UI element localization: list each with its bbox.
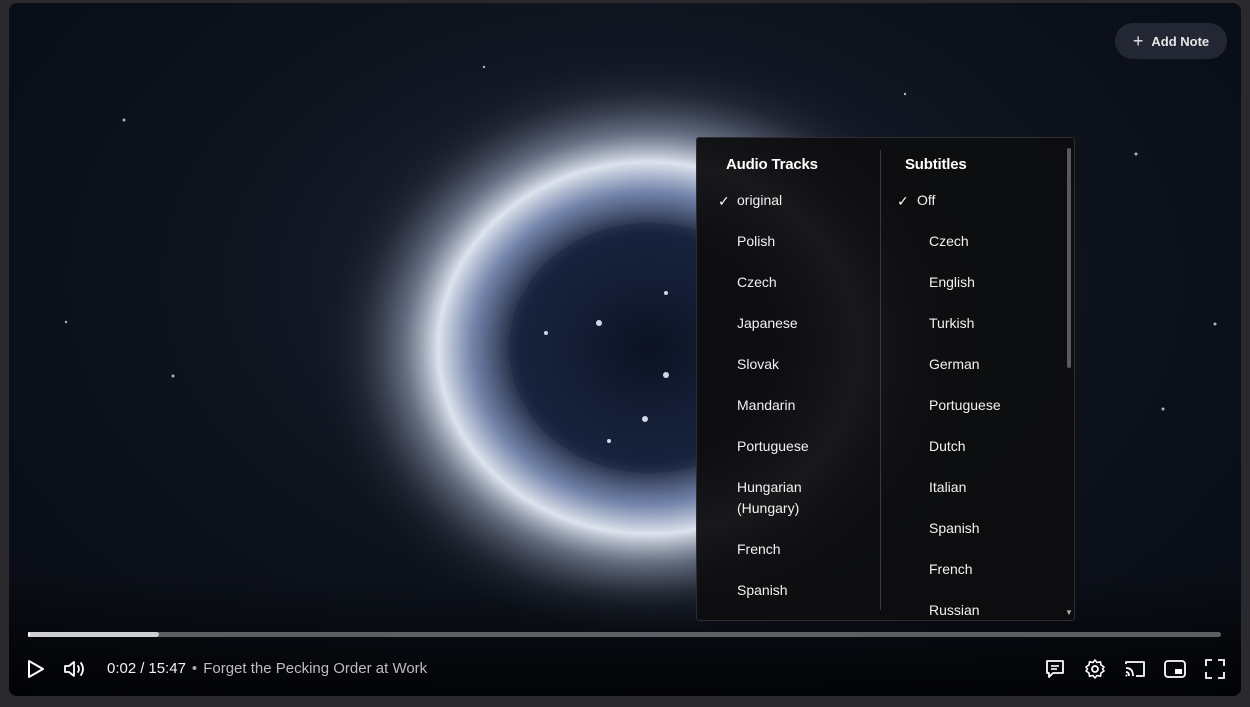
subtitle-option[interactable]: Spanish [929, 518, 1059, 539]
audio-option[interactable]: Mandarin [737, 395, 867, 416]
play-button[interactable] [21, 655, 49, 683]
captions-button[interactable] [1041, 655, 1069, 683]
progress-bar[interactable] [28, 632, 1221, 637]
audio-option[interactable]: original [737, 190, 867, 211]
miniplayer-icon [1164, 660, 1186, 678]
current-time: 0:02 [107, 660, 137, 677]
duration: 15:47 [148, 660, 186, 677]
volume-icon [64, 661, 84, 677]
subtitle-option[interactable]: Dutch [929, 436, 1059, 457]
subtitle-option[interactable]: English [929, 272, 1059, 293]
time-display: 0:02/15:47 • Forget the Pecking Order at W… [107, 660, 427, 677]
subtitle-option[interactable]: Italian [929, 477, 1059, 498]
audio-option[interactable]: Portuguese [737, 436, 867, 457]
subtitle-option[interactable]: Czech [929, 231, 1059, 252]
menu-divider [880, 150, 881, 610]
audio-option[interactable]: Slovak [737, 354, 867, 375]
settings-button[interactable] [1081, 655, 1109, 683]
add-note-label: Add Note [1151, 33, 1210, 49]
subtitle-option[interactable]: German [929, 354, 1059, 375]
subtitle-option[interactable]: Portuguese [929, 395, 1059, 416]
gear-icon [1085, 659, 1105, 679]
subtitle-option[interactable]: Russian [929, 600, 1059, 620]
subtitle-option[interactable]: French [929, 559, 1059, 580]
play-icon [28, 660, 44, 678]
captions-icon [1046, 660, 1064, 678]
cast-icon [1125, 661, 1145, 677]
progress-buffered [28, 632, 160, 637]
audio-option[interactable]: Spanish [737, 580, 867, 601]
scroll-down-icon[interactable]: ▼ [1065, 608, 1073, 617]
title-bullet: • [191, 660, 198, 677]
video-player[interactable]: + Add Note Audio Tracks ✓ original Polis… [9, 3, 1241, 696]
miniplayer-button[interactable] [1161, 655, 1189, 683]
audio-tracks-heading: Audio Tracks [726, 156, 818, 173]
add-note-button[interactable]: + Add Note [1115, 23, 1227, 59]
volume-button[interactable] [61, 655, 89, 683]
audio-option[interactable]: French [737, 539, 867, 560]
check-icon: ✓ [897, 193, 909, 209]
control-bar: 0:02/15:47 • Forget the Pecking Order at W… [9, 651, 1241, 687]
plus-icon: + [1132, 31, 1144, 51]
fullscreen-button[interactable] [1201, 655, 1229, 683]
audio-option[interactable]: Czech [737, 272, 867, 293]
video-title: Forget the Pecking Order at Work [203, 660, 428, 677]
audio-subtitles-menu: Audio Tracks ✓ original Polish Czech Jap… [696, 137, 1075, 621]
check-icon: ✓ [718, 193, 730, 209]
time-separator: / [140, 660, 145, 677]
subtitles-heading: Subtitles [905, 156, 967, 173]
audio-option[interactable]: Hungarian (Hungary) [737, 477, 827, 519]
audio-option[interactable]: Japanese [737, 313, 867, 334]
menu-scrollbar[interactable] [1067, 148, 1071, 368]
cast-button[interactable] [1121, 655, 1149, 683]
audio-option[interactable]: Polish [737, 231, 867, 252]
fullscreen-icon [1205, 659, 1225, 679]
subtitle-option[interactable]: Turkish [929, 313, 1059, 334]
subtitle-option[interactable]: Off [917, 190, 1047, 211]
